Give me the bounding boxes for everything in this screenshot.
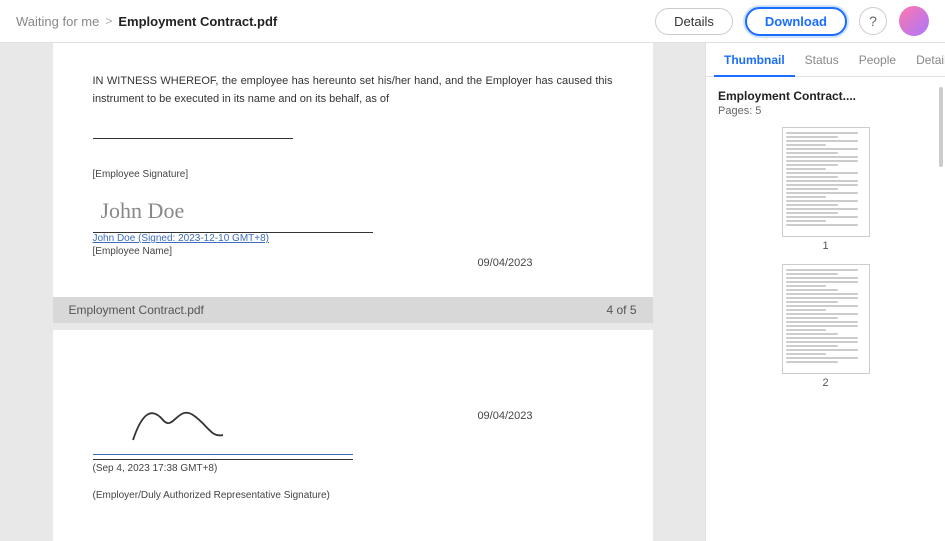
tab-status[interactable]: Status <box>795 43 849 77</box>
employee-name-label: [Employee Name] <box>93 246 613 257</box>
avatar[interactable] <box>899 6 929 36</box>
document-viewer[interactable]: IN WITNESS WHEREOF, the employee has her… <box>0 43 705 541</box>
employer-sig-svg <box>93 400 273 450</box>
page-4-wrapper: IN WITNESS WHEREOF, the employee has her… <box>0 43 705 323</box>
page-4-footer: Employment Contract.pdf 4 of 5 <box>53 297 653 323</box>
employer-sig-area: (Sep 4, 2023 17:38 GMT+8) (Employer/Duly… <box>93 400 613 501</box>
tab-thumbnail[interactable]: Thumbnail <box>714 43 795 77</box>
breadcrumb-filename: Employment Contract.pdf <box>118 14 277 29</box>
tab-people[interactable]: People <box>849 43 906 77</box>
thumbnail-title: Employment Contract.... <box>718 89 933 103</box>
thumb-item-2[interactable]: 2 <box>718 264 933 389</box>
details-button[interactable]: Details <box>655 8 733 35</box>
download-button[interactable]: Download <box>745 7 847 36</box>
page-5-wrapper: (Sep 4, 2023 17:38 GMT+8) (Employer/Duly… <box>0 330 705 541</box>
footer-filename: Employment Contract.pdf <box>69 303 204 317</box>
help-icon[interactable]: ? <box>859 7 887 35</box>
signature-block: [Employee Signature] John Doe John Doe (… <box>93 169 613 257</box>
breadcrumb-waiting[interactable]: Waiting for me <box>16 14 99 29</box>
doc-page-5: (Sep 4, 2023 17:38 GMT+8) (Employer/Duly… <box>53 330 653 541</box>
page4-intro-text: IN WITNESS WHEREOF, the employee has her… <box>93 73 613 108</box>
tab-details[interactable]: Details <box>906 43 945 77</box>
employer-sig-label: (Employer/Duly Authorized Representative… <box>93 490 613 501</box>
scrollbar-track[interactable] <box>939 77 943 541</box>
page5-date-right: 09/04/2023 <box>477 410 532 422</box>
employee-sig-line: John Doe <box>93 188 373 233</box>
signed-text[interactable]: John Doe (Signed: 2023-12-10 GMT+8) <box>93 233 613 244</box>
employee-sig-label: [Employee Signature] <box>93 169 613 180</box>
employee-sig-name: John Doe <box>93 198 185 224</box>
right-panel: Thumbnail Status People Details Employme… <box>705 43 945 541</box>
thumb-item-1[interactable]: 1 <box>718 127 933 252</box>
thumb-img-2 <box>782 264 870 374</box>
sig-date-right: 09/04/2023 <box>477 257 532 269</box>
breadcrumb: Waiting for me > Employment Contract.pdf <box>16 14 277 29</box>
page4-underline <box>93 124 293 139</box>
sig-date-label: (Sep 4, 2023 17:38 GMT+8) <box>93 459 353 474</box>
breadcrumb-separator: > <box>105 14 112 28</box>
thumb-num-2: 2 <box>718 377 933 389</box>
scrollbar-thumb[interactable] <box>939 87 943 167</box>
thumb-num-1: 1 <box>718 240 933 252</box>
thumb-img-1 <box>782 127 870 237</box>
doc-page-4: IN WITNESS WHEREOF, the employee has her… <box>53 43 653 297</box>
main-layout: IN WITNESS WHEREOF, the employee has her… <box>0 43 945 541</box>
thumbnail-pages: Pages: 5 <box>718 105 933 117</box>
employer-sig-graphic <box>93 400 353 455</box>
footer-pages: 4 of 5 <box>606 303 636 317</box>
panel-body: Employment Contract.... Pages: 5 <box>706 77 945 541</box>
panel-tabs: Thumbnail Status People Details <box>706 43 945 77</box>
app-header: Waiting for me > Employment Contract.pdf… <box>0 0 945 43</box>
